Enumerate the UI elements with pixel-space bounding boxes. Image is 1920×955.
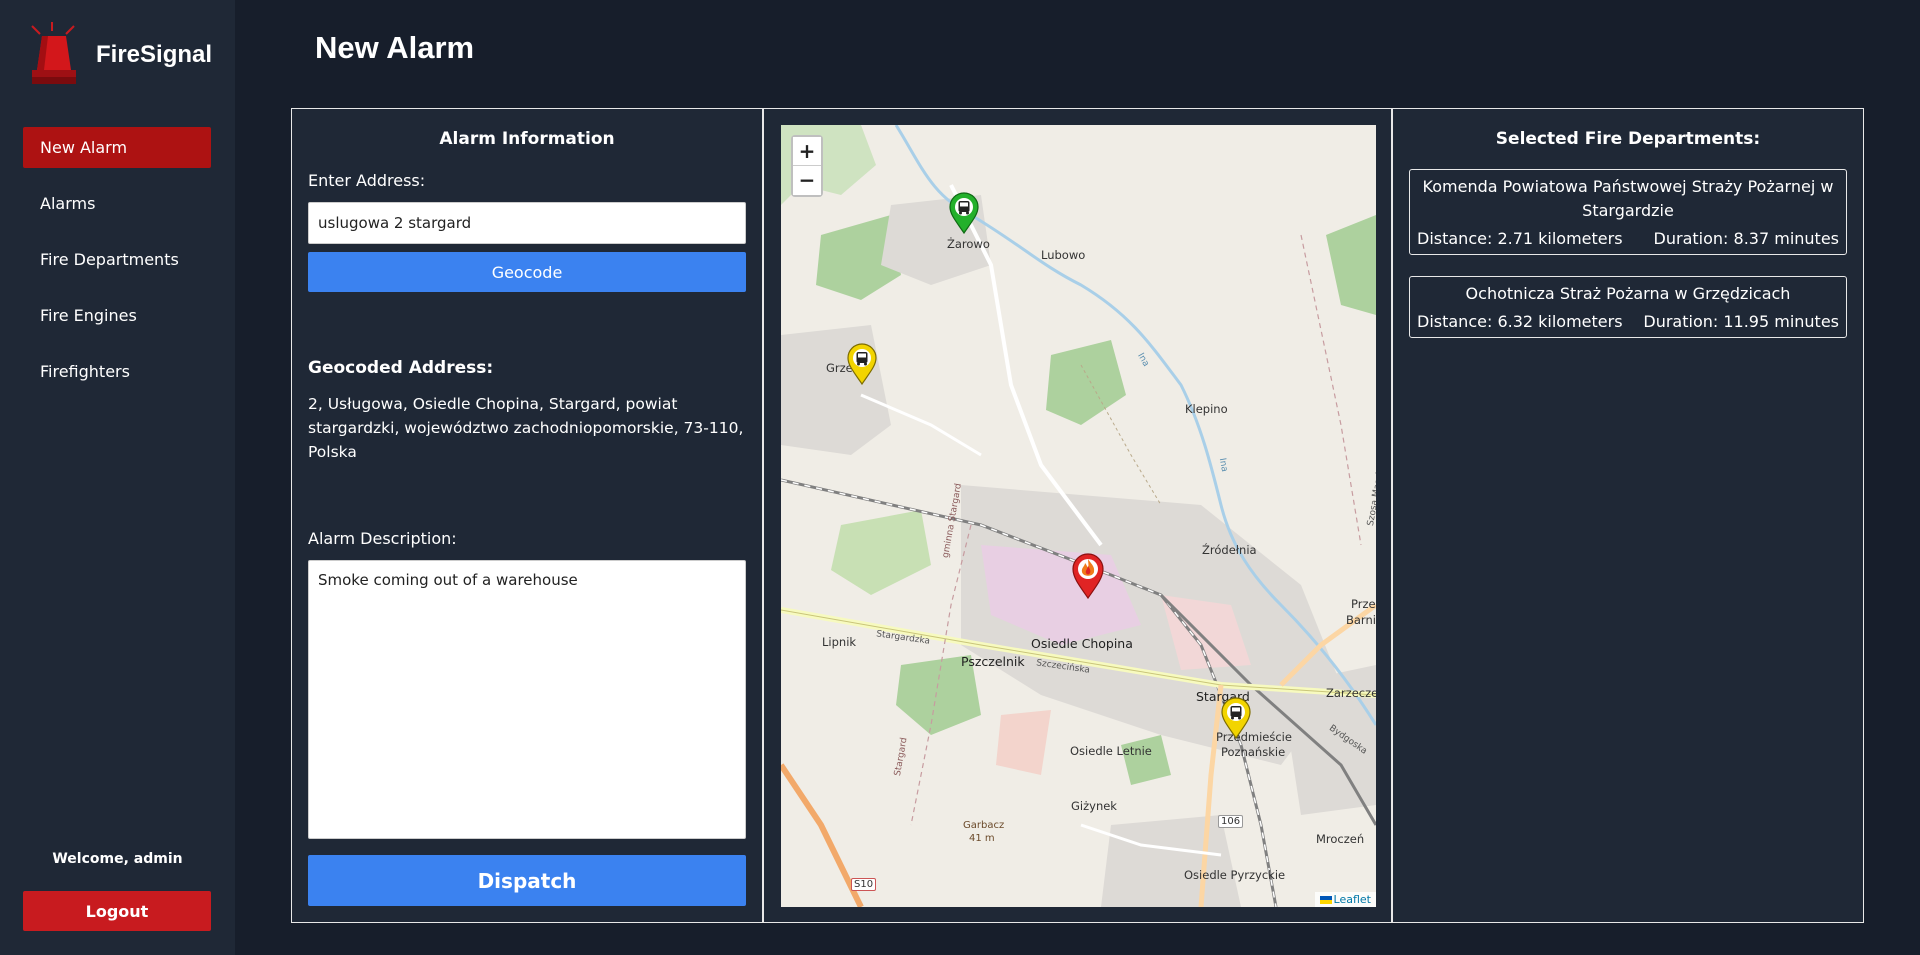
department-card[interactable]: Komenda Powiatowa Państwowej Straży Poża… [1409, 169, 1847, 255]
road-shield: S10 [851, 878, 877, 891]
map-label: Lubowo [1041, 248, 1086, 262]
map-label: Osiedle Letnie [1070, 744, 1152, 758]
department-stats: Distance: 6.32 kilometers Duration: 11.9… [1417, 312, 1839, 331]
nav-item-new-alarm[interactable]: New Alarm [23, 127, 211, 168]
map-attribution[interactable]: Leaflet [1314, 892, 1376, 907]
logout-button[interactable]: Logout [23, 891, 211, 931]
fire-engine-marker-icon [1221, 697, 1251, 740]
map-panel: Żarowo Lubowo Klepino Grze Źródełnia Prz… [763, 108, 1392, 923]
alarm-information-panel: Alarm Information Enter Address: Geocode… [291, 108, 763, 923]
map-label: Osiedle Pyrzyckie [1184, 868, 1286, 882]
zoom-out-button[interactable]: − [793, 166, 821, 195]
page-title: New Alarm [315, 30, 475, 65]
geocoded-address-heading: Geocoded Address: [308, 358, 494, 378]
dispatch-button[interactable]: Dispatch [308, 855, 746, 906]
map-label: Barnimows [1346, 613, 1376, 627]
nav-item-fire-departments[interactable]: Fire Departments [23, 239, 211, 280]
fire-engine-marker-icon [847, 343, 877, 386]
map-label: Pszczelnik [961, 654, 1025, 669]
brand[interactable]: FireSignal [28, 22, 212, 88]
map[interactable]: Żarowo Lubowo Klepino Grze Źródełnia Prz… [781, 125, 1376, 907]
map-label: Giżynek [1071, 799, 1117, 813]
map-label: Osiedle Chopina [1031, 636, 1133, 651]
department-duration: Duration: 11.95 minutes [1643, 312, 1839, 331]
map-label: Poznańskie [1221, 745, 1286, 759]
description-label: Alarm Description: [308, 529, 457, 548]
nav-item-alarms[interactable]: Alarms [23, 183, 211, 224]
address-label: Enter Address: [308, 171, 426, 190]
department-name: Komenda Powiatowa Państwowej Straży Poża… [1422, 177, 1834, 220]
geocode-button[interactable]: Geocode [308, 252, 746, 292]
map-label: Mroczeń [1316, 832, 1365, 846]
alarm-information-title: Alarm Information [439, 129, 615, 149]
department-name: Ochotnicza Straż Pożarna w Grzędzicach [1465, 284, 1791, 303]
selected-departments-title: Selected Fire Departments: [1495, 129, 1761, 149]
map-tiles [781, 125, 1376, 907]
app-name: FireSignal [96, 41, 213, 68]
engine-marker-yellow-stargard[interactable] [1221, 697, 1251, 743]
engine-marker-yellow[interactable] [847, 343, 877, 389]
department-distance: Distance: 2.71 kilometers [1417, 229, 1623, 248]
nav-item-firefighters[interactable]: Firefighters [23, 351, 211, 392]
zoom-in-button[interactable]: + [793, 137, 821, 166]
engine-marker-green[interactable] [949, 192, 979, 238]
map-label: Żarowo [947, 237, 990, 251]
map-label: Źródełnia [1202, 543, 1257, 557]
map-label: Garbacz [963, 820, 1005, 831]
map-label: Przedmieś [1351, 597, 1376, 611]
water-label: Ina [1216, 457, 1230, 473]
map-label: Zarzecze [1326, 686, 1376, 700]
zoom-control: + − [791, 135, 823, 197]
sidebar: FireSignal New Alarm Alarms Fire Departm… [0, 0, 235, 955]
address-input[interactable] [308, 202, 746, 244]
fire-alarm-marker[interactable] [1072, 553, 1104, 603]
ukraine-flag-icon [1319, 896, 1332, 904]
alarm-description-input[interactable]: Smoke coming out of a warehouse [308, 560, 746, 839]
geocoded-address-text: 2, Usługowa, Osiedle Chopina, Stargard, … [308, 395, 744, 461]
map-label: Lipnik [822, 635, 857, 649]
selected-departments-panel: Selected Fire Departments: Komenda Powia… [1392, 108, 1864, 923]
fire-engine-marker-icon [949, 192, 979, 235]
department-duration: Duration: 8.37 minutes [1653, 229, 1839, 248]
map-label: Klepino [1185, 402, 1228, 416]
department-stats: Distance: 2.71 kilometers Duration: 8.37… [1417, 229, 1839, 248]
nav-item-fire-engines[interactable]: Fire Engines [23, 295, 211, 336]
fire-marker-icon [1072, 553, 1104, 600]
siren-logo-icon [28, 22, 84, 88]
road-shield: 106 [1218, 815, 1244, 828]
welcome-text: Welcome, admin [52, 851, 183, 867]
map-label: 41 m [969, 833, 995, 844]
department-distance: Distance: 6.32 kilometers [1417, 312, 1623, 331]
sidebar-nav: New Alarm Alarms Fire Departments Fire E… [23, 127, 211, 407]
leaflet-link[interactable]: Leaflet [1334, 893, 1371, 906]
department-card[interactable]: Ochotnicza Straż Pożarna w Grzędzicach D… [1409, 276, 1847, 338]
